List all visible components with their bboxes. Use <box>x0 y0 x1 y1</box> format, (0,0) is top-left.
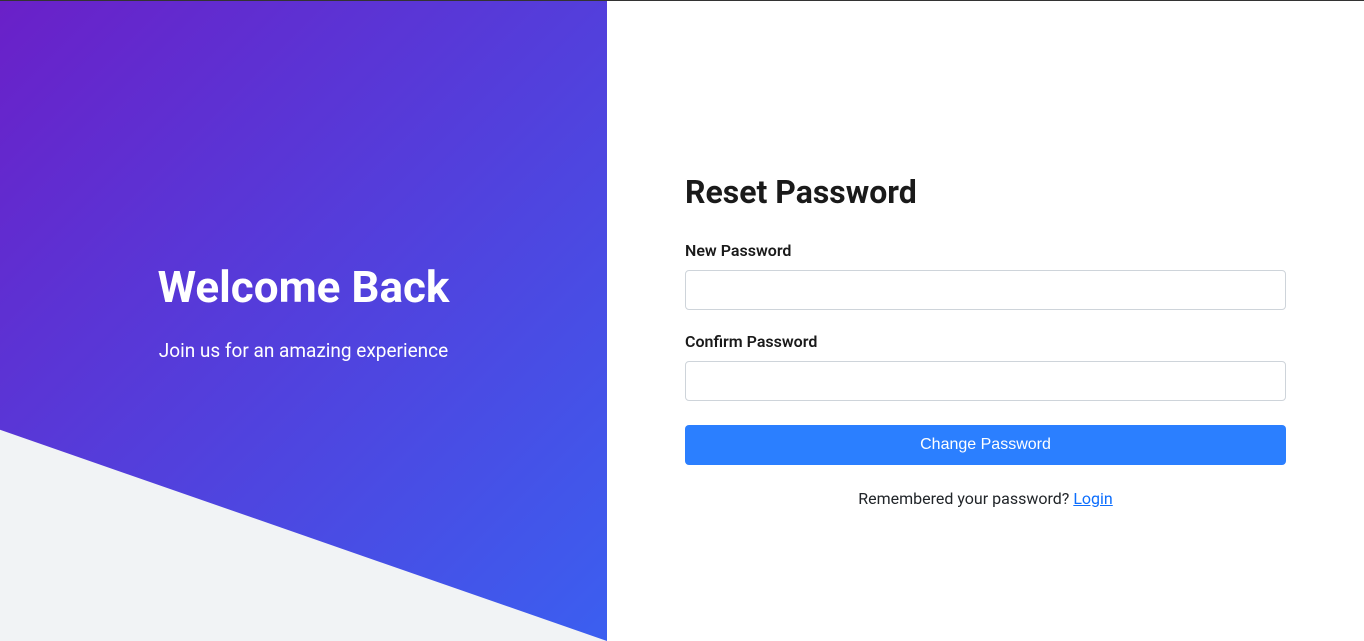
confirm-password-label: Confirm Password <box>685 332 1286 351</box>
welcome-content: Welcome Back Join us for an amazing expe… <box>0 1 607 362</box>
welcome-subtitle: Join us for an amazing experience <box>159 339 448 362</box>
form-title: Reset Password <box>685 173 1286 211</box>
new-password-group: New Password <box>685 241 1286 310</box>
page-container: Welcome Back Join us for an amazing expe… <box>0 1 1364 641</box>
confirm-password-input[interactable] <box>685 361 1286 401</box>
footer-prompt: Remembered your password? <box>858 489 1073 508</box>
new-password-label: New Password <box>685 241 1286 260</box>
login-link[interactable]: Login <box>1073 489 1112 508</box>
form-panel: Reset Password New Password Confirm Pass… <box>607 1 1364 641</box>
footer-text: Remembered your password? Login <box>685 489 1286 508</box>
new-password-input[interactable] <box>685 270 1286 310</box>
change-password-button[interactable]: Change Password <box>685 425 1286 465</box>
welcome-panel: Welcome Back Join us for an amazing expe… <box>0 1 607 641</box>
welcome-title: Welcome Back <box>158 261 450 313</box>
confirm-password-group: Confirm Password <box>685 332 1286 401</box>
